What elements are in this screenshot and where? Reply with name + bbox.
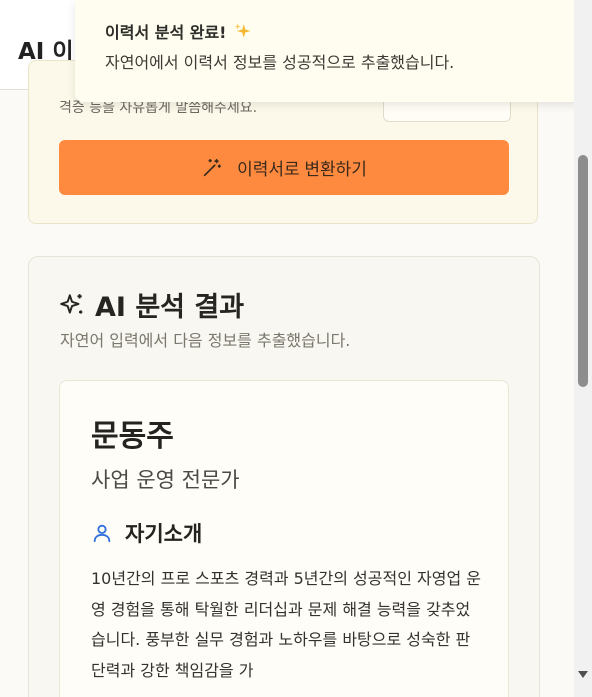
user-icon bbox=[93, 524, 111, 543]
resume-preview: 문동주 사업 운영 전문가 자기소개 10년간의 프로 스포츠 경력과 5년간의… bbox=[59, 380, 509, 697]
result-subtitle: 자연어 입력에서 다음 정보를 추출했습니다. bbox=[60, 331, 351, 350]
ai-analysis-result-card: AI 분석 결과 자연어 입력에서 다음 정보를 추출했습니다. 문동주 사업 … bbox=[28, 256, 540, 697]
result-heading-text: AI 분석 결과 bbox=[95, 292, 245, 323]
magic-wand-icon bbox=[203, 158, 222, 176]
result-heading: AI 분석 결과 bbox=[59, 285, 244, 324]
sparkle-emoji-icon bbox=[235, 23, 251, 38]
scrollbar-thumb[interactable] bbox=[578, 155, 588, 387]
toast-title-text: 이력서 분석 완료! bbox=[105, 23, 227, 42]
convert-button-label: 이력서로 변환하기 bbox=[237, 160, 367, 179]
app-window: AI 이 격증 등을 자유롭게 말씀해주세요. 이력서로 변환하기 AI 분석 … bbox=[0, 0, 574, 697]
scroll-down-arrow-icon[interactable] bbox=[578, 671, 588, 678]
sparkles-icon bbox=[60, 293, 83, 314]
convert-to-resume-button[interactable]: 이력서로 변환하기 bbox=[59, 140, 509, 195]
self-introduction-heading: 자기소개 bbox=[91, 518, 202, 548]
vertical-scrollbar[interactable] bbox=[574, 0, 592, 697]
self-introduction-title: 자기소개 bbox=[125, 522, 203, 546]
toast-message: 자연어에서 이력서 정보를 성공적으로 추출했습니다. bbox=[105, 53, 455, 72]
self-introduction-text: 10년간의 프로 스포츠 경력과 5년간의 성공적인 자영업 운영 경험을 통해… bbox=[91, 569, 481, 680]
resume-role: 사업 운영 전문가 bbox=[91, 468, 240, 492]
resume-name: 문동주 bbox=[91, 419, 174, 454]
toast-title: 이력서 분석 완료! bbox=[105, 19, 252, 43]
analysis-complete-toast[interactable]: 이력서 분석 완료! 자연어에서 이력서 정보를 성공적으로 추출했습니다. bbox=[75, 0, 574, 102]
